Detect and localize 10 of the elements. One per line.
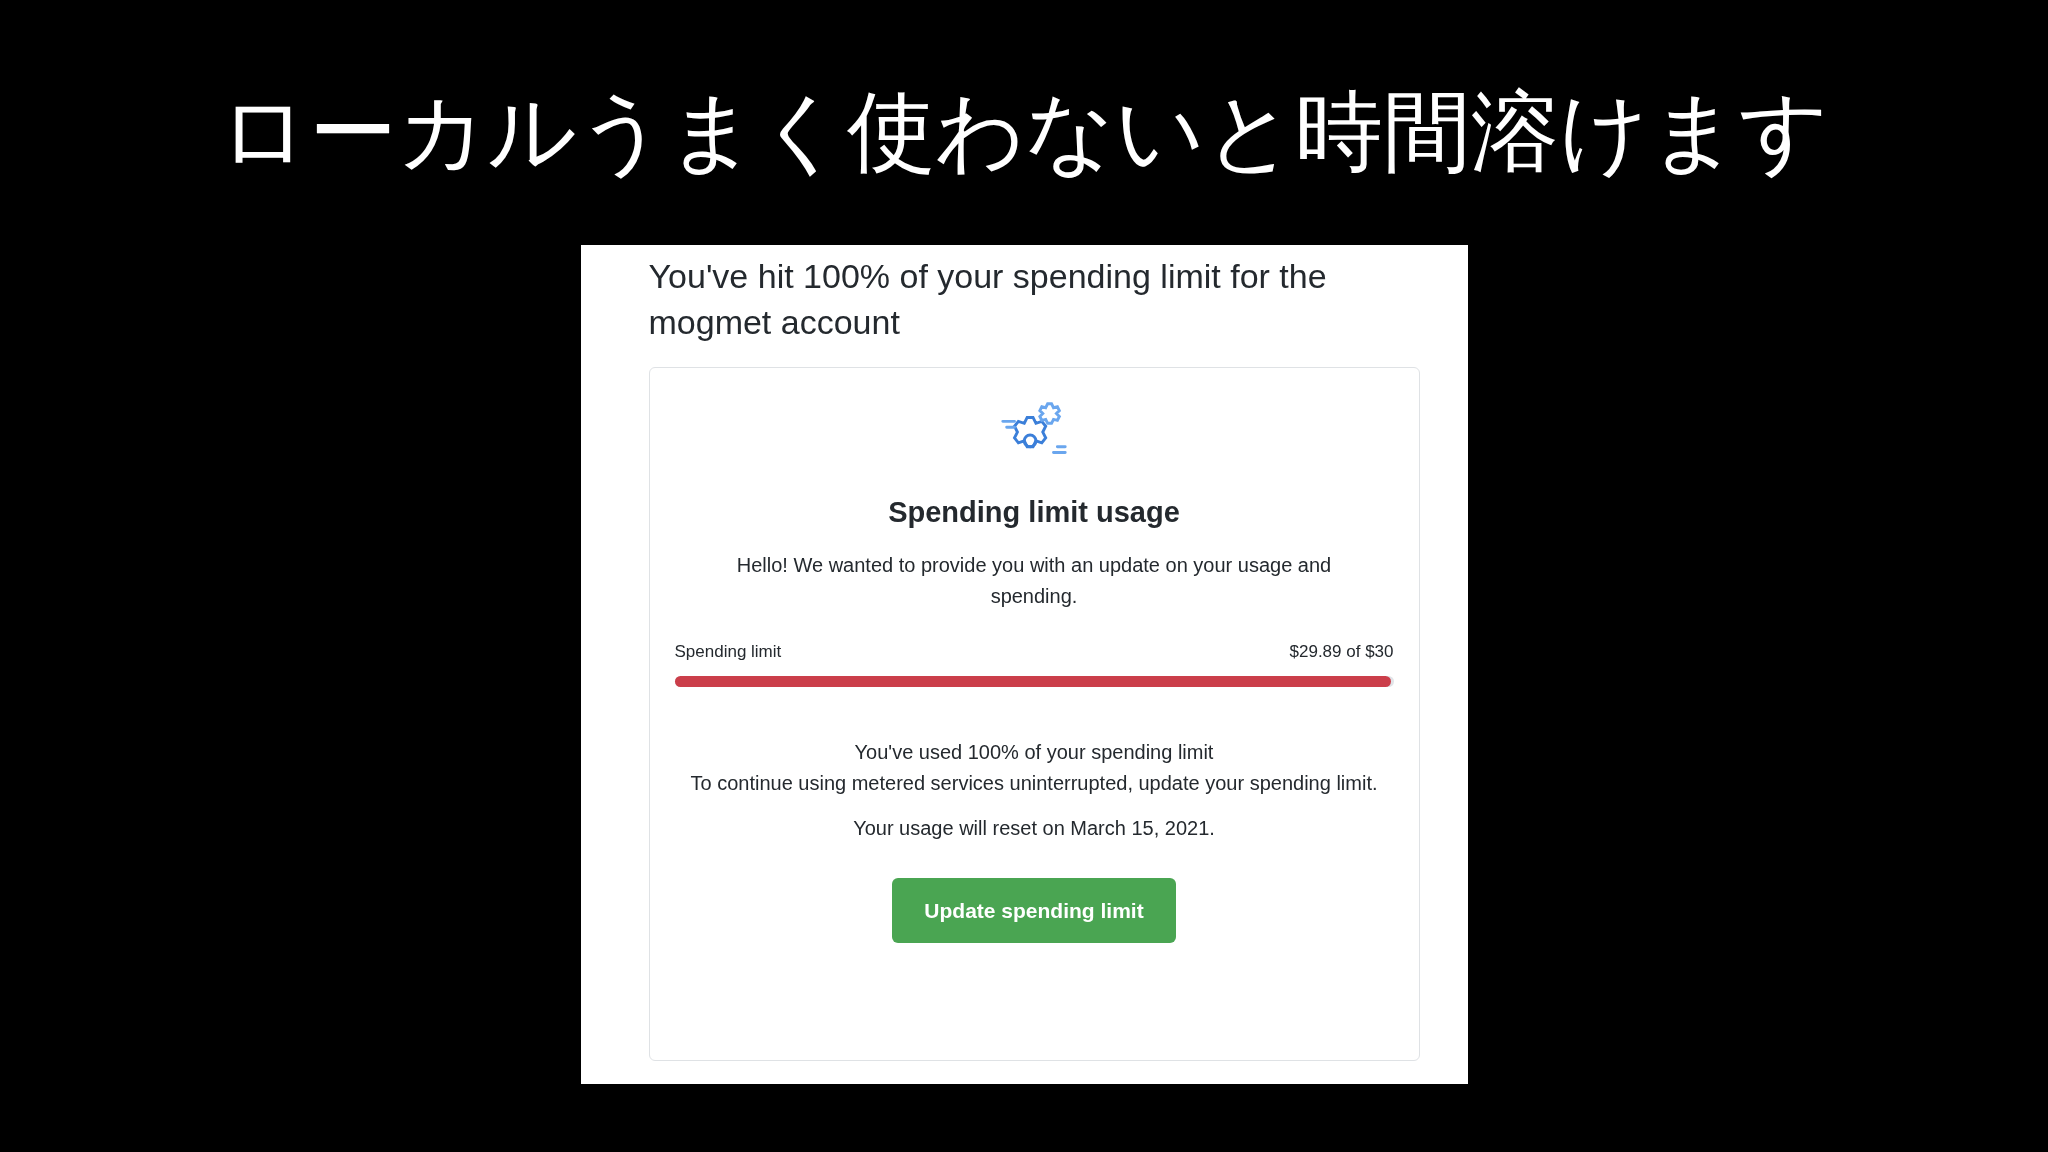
continue-text: To continue using metered services uninterrupted, update your spending limit. xyxy=(689,771,1379,796)
card-title: Spending limit usage xyxy=(888,495,1180,530)
slide-title: ローカルうまく使わないと時間溶けます xyxy=(219,79,1829,185)
intro-text: Hello! We wanted to provide you with an update on your usage and spending. xyxy=(735,553,1333,609)
usage-text: You've used 100% of your spending limit xyxy=(854,740,1214,765)
reset-text: Your usage will reset on March 15, 2021. xyxy=(853,816,1215,841)
meter-label: Spending limit xyxy=(674,641,782,663)
update-limit-button[interactable]: Update spending limit xyxy=(892,878,1176,943)
meter-reading: $29.89 of $30 xyxy=(1289,641,1394,663)
email-heading: You've hit 100% of your spending limit for the mogmet account xyxy=(648,256,1328,343)
